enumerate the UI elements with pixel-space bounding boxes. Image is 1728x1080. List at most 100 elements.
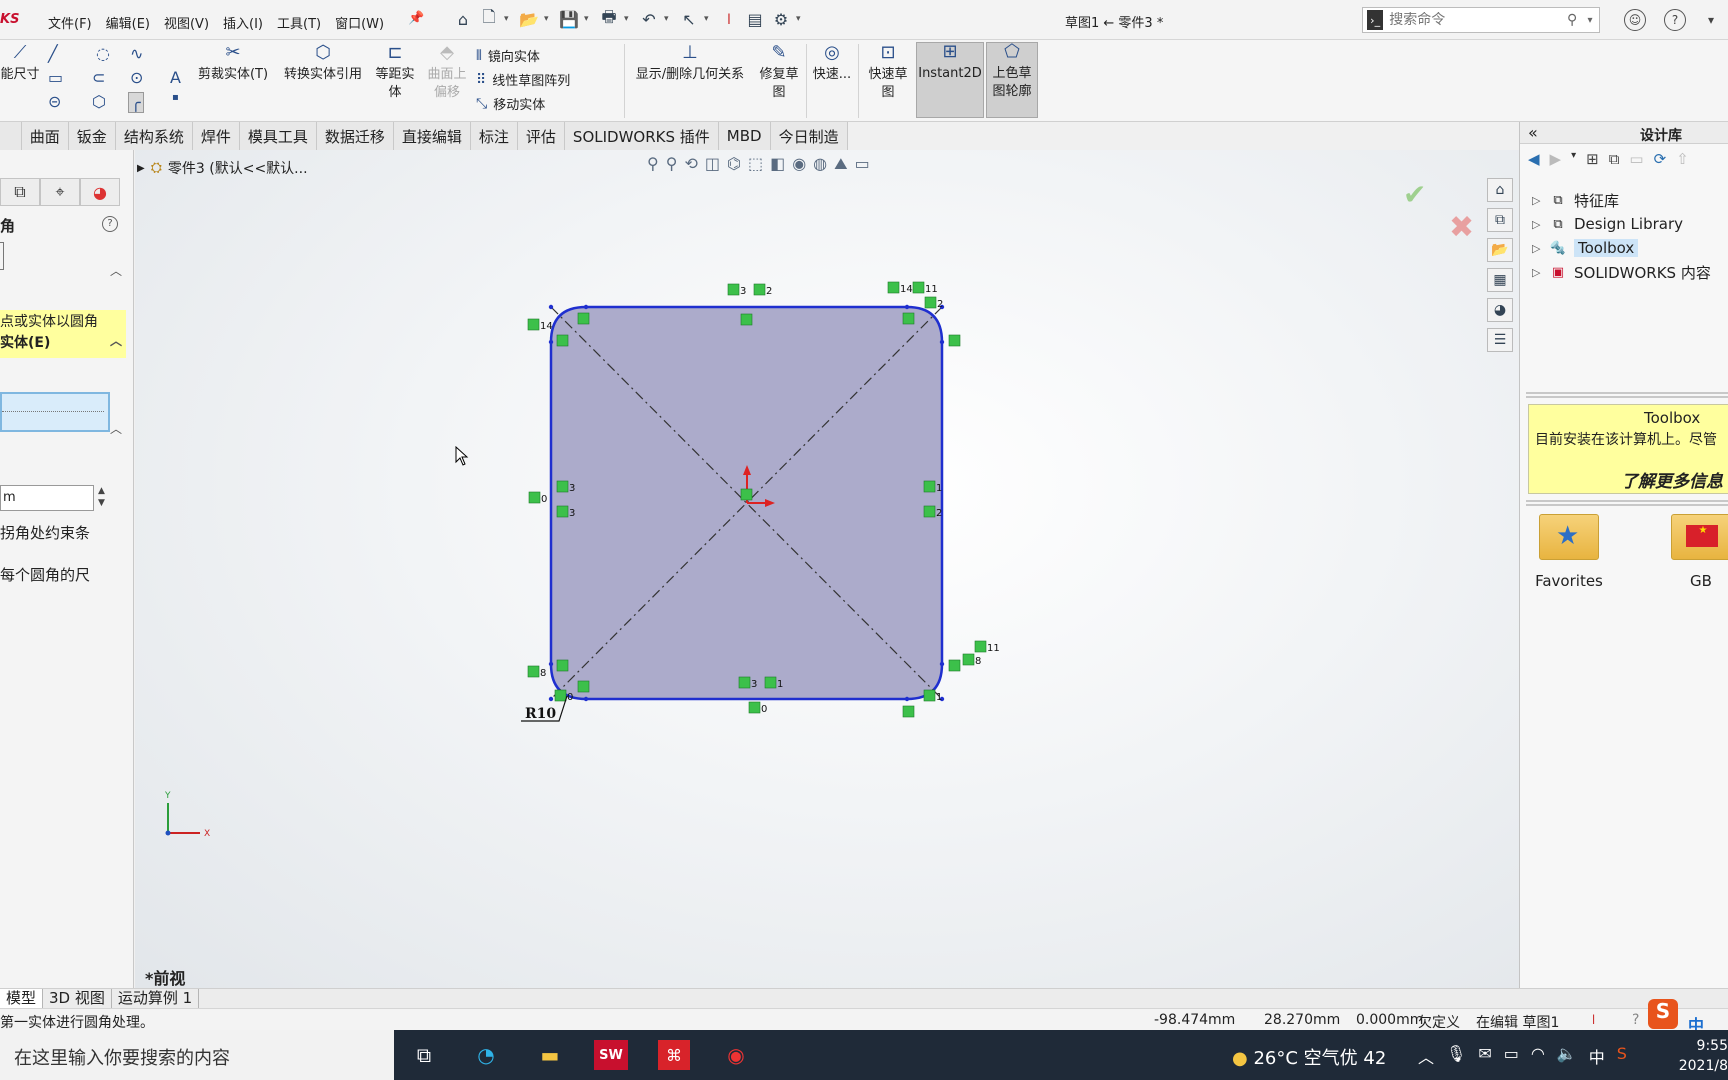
tab-markup[interactable]: 标注	[470, 122, 518, 150]
fillet-radius-input[interactable]: m	[0, 485, 94, 511]
polygon-icon[interactable]: ⬡	[92, 92, 106, 111]
weather-widget[interactable]: ● 26°C 空气优 42	[1232, 1044, 1386, 1070]
pane-splitter[interactable]	[1526, 500, 1728, 506]
help-icon[interactable]: ?	[102, 216, 118, 232]
chevron-down-icon[interactable]: ▾	[624, 8, 634, 30]
pane-splitter[interactable]	[1526, 392, 1728, 398]
appearances-icon[interactable]: ◕	[1487, 298, 1513, 322]
offset-on-surface-button[interactable]: ⬘ 曲面上 偏移	[422, 44, 472, 102]
tab-today-manufacturing[interactable]: 今日制造	[770, 122, 848, 150]
search-input[interactable]	[1389, 12, 1564, 28]
display-delete-relations-button[interactable]: ⊥ 显示/删除几何关系	[628, 44, 752, 84]
circle-icon[interactable]: ◌	[96, 44, 110, 63]
back-icon[interactable]: ◀	[1528, 150, 1540, 168]
expand-arrow-icon[interactable]: ▷	[1532, 242, 1542, 255]
pdf-reader-icon[interactable]: ⌘	[658, 1040, 690, 1070]
wifi-icon[interactable]: ◠	[1531, 1044, 1545, 1068]
straight-slot-icon[interactable]: ⊝	[48, 92, 61, 111]
tab-sheet-metal[interactable]: 钣金	[68, 122, 116, 150]
chevron-up-icon[interactable]: ︿	[1418, 1044, 1434, 1068]
tab-structure-system[interactable]: 结构系统	[115, 122, 193, 150]
tab-model[interactable]: 模型	[0, 989, 44, 1009]
sketch-fillet-icon[interactable]: ╭	[128, 92, 144, 113]
point-icon[interactable]: ▪	[172, 92, 179, 103]
user-account-icon[interactable]: ☺	[1624, 9, 1646, 31]
select-cursor-icon[interactable]: ↖	[678, 8, 700, 30]
mirror-entities-button[interactable]: ⫴ 镜向实体	[476, 46, 540, 66]
chevron-down-icon[interactable]: ▾	[584, 8, 594, 30]
tree-item-solidworks-content[interactable]: ▷ ▣ SOLIDWORKS 内容	[1532, 260, 1711, 284]
add-file-location-icon[interactable]: ⊞	[1586, 150, 1599, 168]
chevron-down-icon[interactable]: ▾	[704, 8, 714, 30]
forward-icon[interactable]: ▶	[1550, 150, 1562, 168]
custom-properties-icon[interactable]: ☰	[1487, 328, 1513, 352]
menu-window[interactable]: 窗口(W)	[335, 13, 384, 32]
radius-stepper[interactable]: ▲ ▼	[98, 485, 105, 509]
smart-dimension-button[interactable]: ⟋ 能尺寸	[0, 44, 40, 84]
chevron-down-icon[interactable]: ▾	[504, 8, 514, 30]
spline-icon[interactable]: ∿	[130, 44, 143, 63]
solidworks-resources-icon[interactable]: ⌂	[1487, 178, 1513, 202]
gear-icon[interactable]: ⚙	[770, 8, 792, 30]
volume-icon[interactable]: 🔈	[1557, 1044, 1577, 1068]
menu-view[interactable]: 视图(V)	[164, 13, 209, 32]
offset-entities-button[interactable]: ⊏ 等距实 体	[370, 44, 420, 102]
new-document-icon[interactable]: 🗋	[478, 7, 500, 30]
up-icon[interactable]: ⇧	[1676, 150, 1689, 168]
menu-tools[interactable]: 工具(T)	[277, 13, 321, 32]
tab-solidworks-addins[interactable]: SOLIDWORKS 插件	[564, 122, 719, 150]
menu-file[interactable]: 文件(F)	[48, 13, 92, 32]
file-properties-icon[interactable]: ▤	[744, 8, 766, 30]
tab-weldments[interactable]: 焊件	[192, 122, 240, 150]
save-icon[interactable]: 💾	[558, 8, 580, 30]
line-icon[interactable]: ╱	[48, 44, 58, 63]
help-icon[interactable]: ?	[1664, 9, 1686, 31]
rebuild-status-icon[interactable]: ⏽	[1588, 1012, 1599, 1028]
sogou-ime-icon[interactable]: S	[1648, 999, 1678, 1029]
ime-indicator[interactable]: 中	[1589, 1044, 1605, 1068]
expand-arrow-icon[interactable]: ▷	[1532, 194, 1542, 207]
configuration-manager-icon[interactable]: ⧉	[0, 178, 40, 206]
sogou-tray-icon[interactable]: S	[1617, 1044, 1627, 1068]
battery-icon[interactable]: ▭	[1504, 1044, 1519, 1068]
sketch-canvas[interactable]: 3 2 14 1121403312803 101118R10YX	[135, 150, 1519, 988]
entities-section-header[interactable]: 实体(E) ︿	[0, 332, 126, 352]
file-explorer-icon[interactable]: ▬	[534, 1040, 566, 1070]
convert-entities-button[interactable]: ⬡ 转换实体引用	[278, 44, 368, 84]
wechat-icon[interactable]: ✉	[1478, 1044, 1491, 1068]
learn-more-link[interactable]: 了解更多信息	[1621, 467, 1723, 492]
search-icon[interactable]: ⚲	[1563, 12, 1581, 28]
print-icon[interactable]: 🖶	[598, 7, 620, 30]
tab-surfaces[interactable]: 曲面	[21, 122, 69, 150]
rapid-sketch-button[interactable]: ⊡ 快速草 图	[862, 44, 914, 102]
expand-arrow-icon[interactable]: ▷	[1532, 218, 1542, 231]
units-icon[interactable]: ?	[1632, 1012, 1639, 1028]
menu-edit[interactable]: 编辑(E)	[106, 13, 150, 32]
instant2d-button[interactable]: ⊞ Instant2D	[916, 42, 984, 118]
folder-favorites[interactable]: ★ Favorites	[1534, 514, 1604, 590]
menu-insert[interactable]: 插入(I)	[223, 13, 263, 32]
tab-direct-editing[interactable]: 直接编辑	[393, 122, 471, 150]
keep-constrained-corners-option[interactable]: 拐角处约束条	[0, 522, 90, 543]
undo-icon[interactable]: ↶	[638, 8, 660, 30]
design-library-icon[interactable]: ⧉	[1487, 208, 1513, 232]
screen-recorder-icon[interactable]: ◉	[720, 1040, 752, 1070]
tab-mold-tools[interactable]: 模具工具	[239, 122, 317, 150]
view-palette-icon[interactable]: ▦	[1487, 268, 1513, 292]
add-library-icon[interactable]: ⧉	[1609, 150, 1620, 168]
display-manager-icon[interactable]: ◕	[80, 178, 120, 206]
chevron-down-icon[interactable]: ▾	[664, 8, 674, 30]
tab-data-migration[interactable]: 数据迁移	[316, 122, 394, 150]
chevron-down-icon[interactable]: ▾	[544, 8, 554, 30]
ellipse-icon[interactable]: ⊙	[130, 68, 143, 87]
tab-3d-view[interactable]: 3D 视图	[43, 989, 112, 1009]
trim-entities-button[interactable]: ✂ 剪裁实体(T)	[196, 44, 270, 84]
chevron-down-icon[interactable]: ▾	[796, 8, 806, 30]
solidworks-app-icon[interactable]: SW	[594, 1040, 628, 1070]
message-section-header[interactable]: ︿	[0, 262, 126, 282]
rectangle-icon[interactable]: ▭	[48, 68, 63, 87]
tree-item-design-library[interactable]: ▷ ⧉ Design Library	[1532, 212, 1711, 236]
tab-evaluate[interactable]: 评估	[517, 122, 565, 150]
dimension-each-fillet-option[interactable]: 每个圆角的尺	[0, 564, 90, 585]
parameters-section-header[interactable]: ︿	[0, 420, 126, 440]
